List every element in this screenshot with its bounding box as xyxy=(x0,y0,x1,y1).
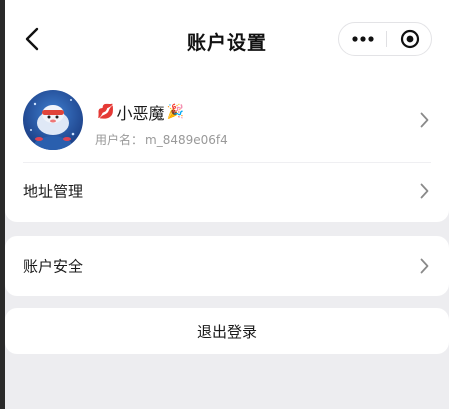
mini-program-capsule xyxy=(338,22,432,56)
chevron-right-icon xyxy=(418,258,430,274)
nickname: 💋 小恶魔 🎉 xyxy=(95,100,186,124)
more-dots-icon xyxy=(351,36,374,42)
party-popper-emoji: 🎉 xyxy=(166,104,184,120)
username-value: m_8489e06f4 xyxy=(145,133,228,147)
username: 用户名： m_8489e06f4 xyxy=(95,131,228,148)
username-label: 用户名： xyxy=(95,133,144,147)
security-card: 账户安全 xyxy=(5,236,449,296)
lips-emoji: 💋 xyxy=(97,104,115,120)
target-circle-icon xyxy=(400,29,419,49)
address-management-row[interactable]: 地址管理 xyxy=(5,163,449,219)
more-button[interactable] xyxy=(339,23,386,55)
chevron-right-icon xyxy=(418,183,430,199)
account-security-label: 账户安全 xyxy=(23,257,84,276)
nickname-text: 小恶魔 xyxy=(116,104,165,123)
logout-button[interactable]: 退出登录 xyxy=(5,308,449,354)
profile-card: 💋 小恶魔 🎉 用户名： m_8489e06f4 地址管理 xyxy=(5,70,449,222)
profile-row[interactable]: 💋 小恶魔 🎉 用户名： m_8489e06f4 xyxy=(5,88,449,160)
address-management-label: 地址管理 xyxy=(23,182,84,201)
chevron-right-icon xyxy=(418,112,430,128)
logout-card: 退出登录 xyxy=(5,308,449,354)
avatar xyxy=(23,90,83,150)
account-security-row[interactable]: 账户安全 xyxy=(5,238,449,294)
close-mini-program-button[interactable] xyxy=(387,23,432,55)
